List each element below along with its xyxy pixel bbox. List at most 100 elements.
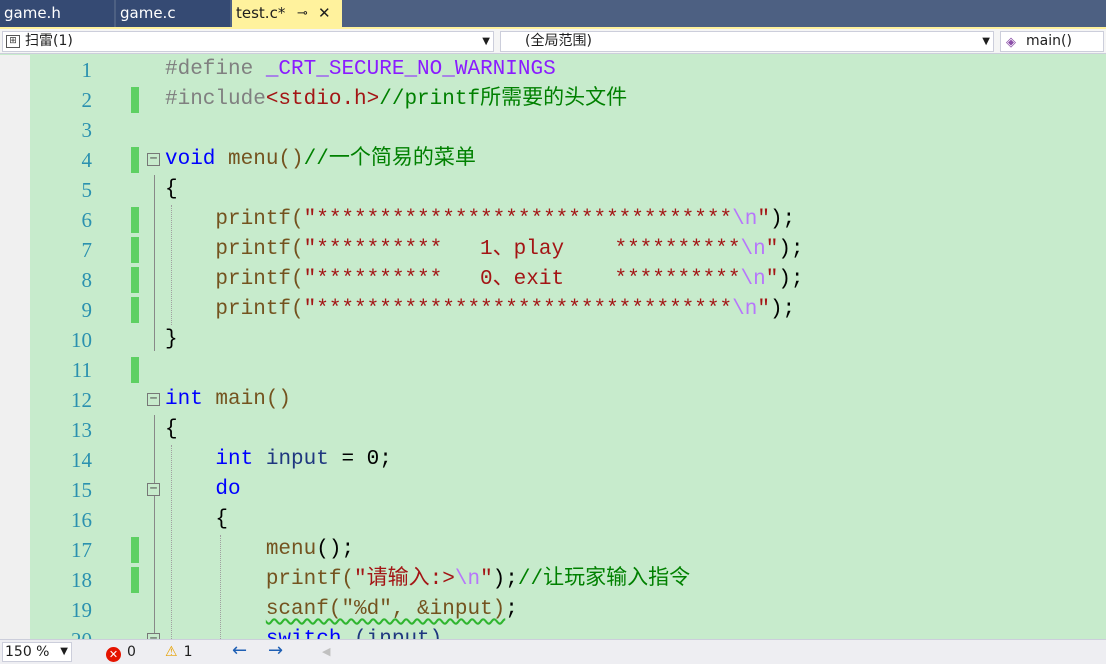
line-number: 9 (81, 298, 93, 322)
line-number: 7 (81, 238, 93, 262)
code-line: 5 { (30, 175, 1106, 205)
document-tab-strip: game.h game.c test.c* ⊸ ✕ (0, 0, 1106, 27)
collapse-icon[interactable]: − (147, 152, 160, 166)
editor-status-bar: 150 % ▼ ✕ 0 ⚠ 1 ← → ◀ (0, 639, 1106, 664)
code-text: printf("********** 0、exit **********\n")… (165, 268, 804, 291)
change-marker (131, 237, 139, 263)
line-number: 3 (81, 118, 93, 142)
warning-count-value: 1 (183, 644, 193, 660)
code-line: 16 { (30, 505, 1106, 535)
line-number: 4 (81, 148, 93, 172)
scope-label: (全局范围) (525, 33, 592, 49)
member-label: main() (1026, 33, 1072, 49)
code-line: 19 scanf("%d", &input); (30, 595, 1106, 625)
pin-icon[interactable]: ⊸ (297, 0, 308, 27)
close-icon[interactable]: ✕ (318, 0, 331, 27)
tab-test-c[interactable]: test.c* ⊸ ✕ (232, 0, 342, 27)
line-number: 19 (71, 598, 92, 622)
change-marker (131, 567, 139, 593)
change-marker (131, 357, 139, 383)
line-number: 15 (71, 478, 92, 502)
glyph-margin (0, 55, 30, 639)
line-number: 14 (71, 448, 92, 472)
code-line: 14 int input = 0; (30, 445, 1106, 475)
warning-count[interactable]: ⚠ 1 (165, 643, 192, 661)
line-number: 1 (81, 58, 93, 82)
tab-label: game.h (4, 4, 61, 22)
forward-arrow-icon[interactable]: → (268, 641, 283, 661)
code-line: 10 } (30, 325, 1106, 355)
dropdown-arrow-icon: ▼ (482, 36, 490, 47)
tab-game-c[interactable]: game.c (116, 0, 230, 27)
error-count[interactable]: ✕ 0 (106, 643, 136, 662)
error-icon: ✕ (106, 647, 121, 662)
project-dropdown[interactable]: ⊞ 扫雷(1) ▼ (2, 31, 494, 52)
line-number: 10 (71, 328, 92, 352)
code-text: } (165, 328, 178, 351)
code-line: 11 (30, 355, 1106, 385)
cube-icon: ◈ (1006, 35, 1016, 50)
code-line: 3 (30, 115, 1106, 145)
project-label: 扫雷(1) (25, 33, 73, 49)
zoom-dropdown[interactable]: 150 % ▼ (2, 642, 72, 662)
code-text: printf("********** 1、play **********\n")… (165, 238, 804, 261)
code-text: scanf("%d", &input); (265, 598, 518, 621)
zoom-level: 150 % (5, 644, 50, 660)
change-marker (131, 207, 139, 233)
change-marker (131, 537, 139, 563)
navigation-bar: ⊞ 扫雷(1) ▼ (全局范围) ▼ ◈ main() (0, 29, 1106, 54)
code-line: 15 − do (30, 475, 1106, 505)
change-marker (131, 297, 139, 323)
code-line: 1 #define _CRT_SECURE_NO_WARNINGS (30, 55, 1106, 85)
project-icon: ⊞ (6, 35, 20, 48)
error-count-value: 0 (127, 644, 136, 660)
change-marker (131, 147, 139, 173)
line-number: 16 (71, 508, 92, 532)
line-number: 12 (71, 388, 92, 412)
line-number: 5 (81, 178, 93, 202)
code-text: { (165, 418, 178, 441)
code-line: 2 #include<stdio.h>//printf所需要的头文件 (30, 85, 1106, 115)
warning-squiggle: scanf("%d", &input) (265, 598, 506, 621)
collapse-icon[interactable]: − (147, 482, 160, 496)
code-text: printf("********************************… (165, 208, 796, 231)
line-number: 11 (71, 358, 92, 382)
code-text: { (165, 178, 178, 201)
code-text: int input = 0; (215, 448, 392, 471)
code-line: 9 printf("******************************… (30, 295, 1106, 325)
code-text: switch (input) (165, 625, 442, 639)
code-text: printf("********************************… (165, 298, 796, 321)
code-line: 20 − switch (input) (30, 625, 1106, 639)
collapse-icon[interactable]: − (147, 392, 160, 406)
scope-dropdown[interactable]: (全局范围) ▼ (500, 31, 994, 52)
code-text: void menu()//一个简易的菜单 (165, 148, 476, 171)
line-number: 18 (71, 568, 92, 592)
member-dropdown[interactable]: ◈ main() (1000, 31, 1104, 52)
dropdown-arrow-icon: ▼ (982, 36, 990, 47)
tab-label: test.c* (236, 4, 286, 22)
code-text: #define _CRT_SECURE_NO_WARNINGS (165, 58, 556, 81)
code-line: 4 − void menu()//一个简易的菜单 (30, 145, 1106, 175)
code-text: int main() (165, 388, 292, 411)
code-line: 13 { (30, 415, 1106, 445)
change-marker (131, 87, 139, 113)
line-number: 6 (81, 208, 93, 232)
code-text: do (215, 478, 241, 501)
back-arrow-icon[interactable]: ← (232, 641, 247, 661)
code-line: 17 menu(); (30, 535, 1106, 565)
line-number: 8 (81, 268, 93, 292)
code-text: #include<stdio.h>//printf所需要的头文件 (165, 88, 628, 111)
code-editor[interactable]: 1 #define _CRT_SECURE_NO_WARNINGS 2 #inc… (0, 55, 1106, 639)
scroll-left-icon[interactable]: ◀ (322, 643, 330, 661)
line-number: 17 (71, 538, 92, 562)
tab-game-h[interactable]: game.h (0, 0, 114, 27)
code-text: { (165, 508, 229, 531)
code-line: 18 printf("请输入:>\n");//让玩家输入指令 (30, 565, 1106, 595)
code-line: 7 printf("********** 1、play **********\n… (30, 235, 1106, 265)
line-number: 2 (81, 88, 93, 112)
code-line: 12 − int main() (30, 385, 1106, 415)
change-marker (131, 267, 139, 293)
tab-label: game.c (120, 4, 176, 22)
code-line: 6 printf("******************************… (30, 205, 1106, 235)
line-number: 13 (71, 418, 92, 442)
